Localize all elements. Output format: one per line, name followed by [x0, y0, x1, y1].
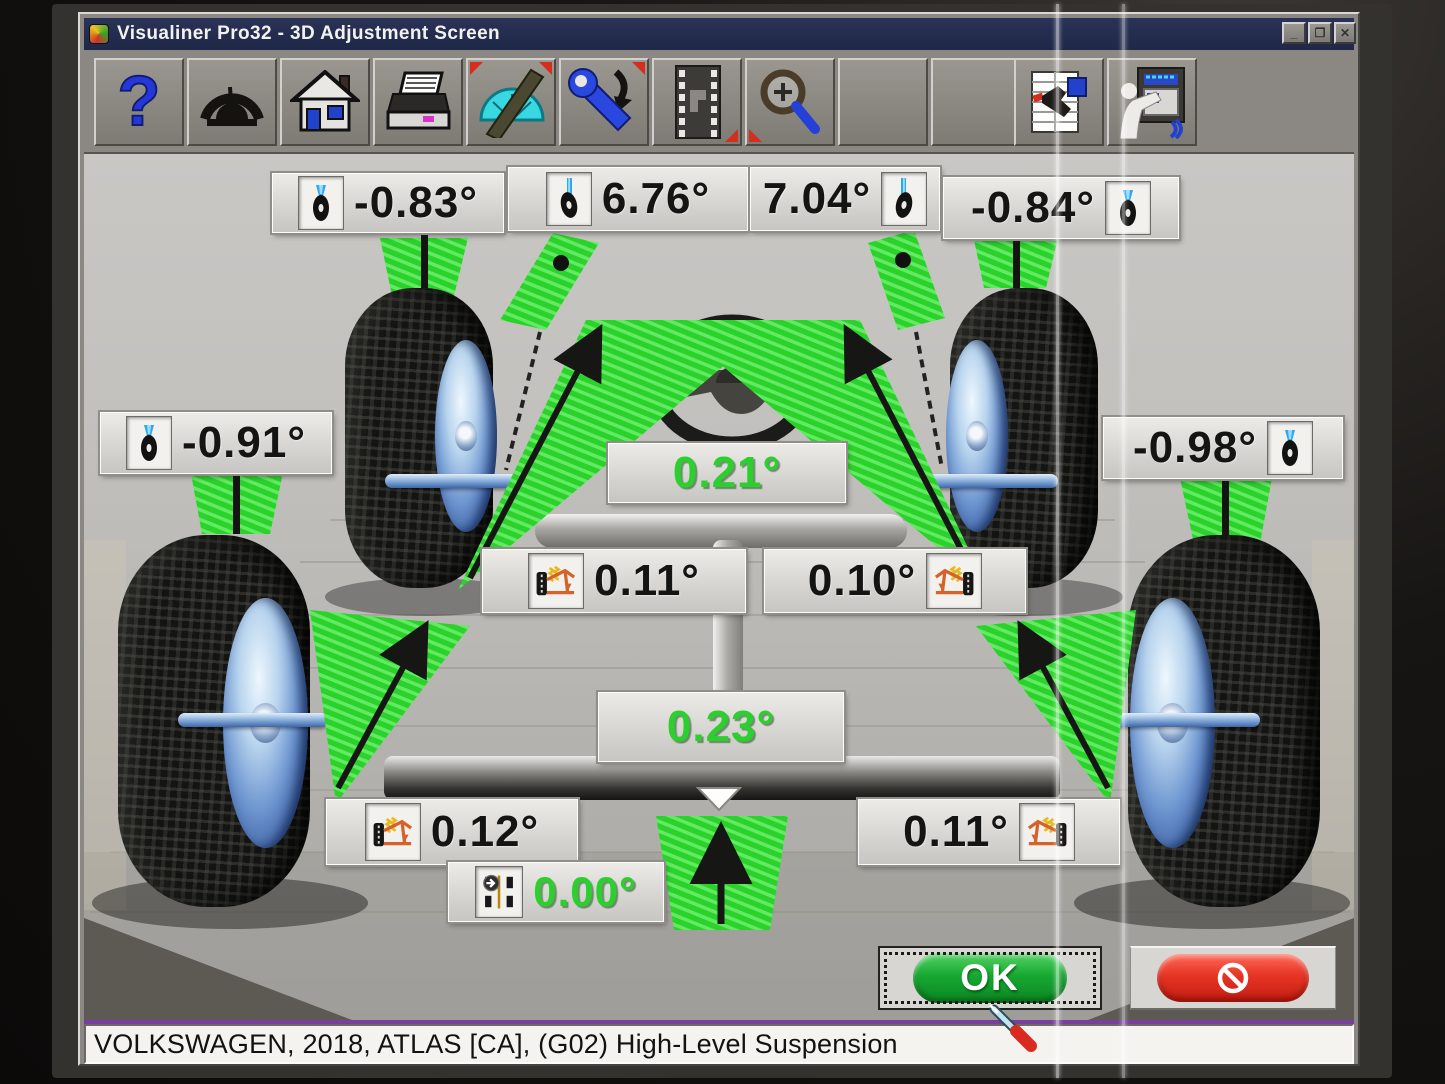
- camber-tire-icon: [1105, 181, 1151, 235]
- cancel-button[interactable]: [1130, 946, 1336, 1010]
- svg-text:?: ?: [118, 64, 161, 140]
- ok-label: OK: [960, 957, 1020, 999]
- toolbar-button-blank-1[interactable]: [838, 58, 928, 146]
- front-left-camber-box: -0.83°: [272, 173, 504, 233]
- rear-left-camber-box: -0.91°: [100, 412, 332, 474]
- camber-tire-icon: [126, 416, 172, 470]
- rear-total-toe-box: 0.23°: [598, 692, 844, 762]
- ok-button[interactable]: OK: [878, 946, 1102, 1010]
- toolbar-button-machine[interactable]: [1107, 58, 1197, 146]
- red-corner-marker: [749, 129, 762, 142]
- window-title: Visualiner Pro32 - 3D Adjustment Screen: [117, 23, 500, 45]
- toolbar-button-blank-2[interactable]: [931, 58, 1021, 146]
- home-icon: [290, 70, 360, 134]
- front-left-caster-box: 6.76°: [508, 167, 748, 231]
- app-icon: [89, 24, 109, 44]
- toolbar-button-home[interactable]: [280, 58, 370, 146]
- front-total-toe-box: 0.21°: [608, 443, 846, 503]
- thrust-line-icon: [475, 866, 523, 918]
- camber-tire-icon: [298, 176, 344, 230]
- status-bar: VOLKSWAGEN, 2018, ATLAS [CA], (G02) High…: [84, 1024, 1354, 1064]
- rear-right-wheel: [1128, 535, 1320, 907]
- rear-left-wheel: [118, 535, 310, 907]
- ok-pill[interactable]: OK: [913, 953, 1067, 1003]
- toolbar-button-adjust[interactable]: [559, 58, 649, 146]
- suspension-icon: [1019, 803, 1075, 861]
- toolbar-button-gauge[interactable]: [187, 58, 277, 146]
- suspension-icon: [926, 553, 982, 609]
- rear-right-toe-box: 0.11°: [858, 799, 1120, 865]
- suspension-icon: [365, 803, 421, 861]
- film-strip-icon: [664, 64, 730, 140]
- close-button[interactable]: ✕: [1334, 22, 1356, 44]
- mouse-cursor: [988, 1004, 1040, 1056]
- front-left-toe-box: 0.11°: [482, 549, 746, 613]
- front-right-wheel: [950, 288, 1098, 588]
- wrench-arrow-icon: [566, 66, 642, 138]
- front-left-wheel: [345, 288, 493, 588]
- gauge-icon: [197, 71, 267, 133]
- zoom-magnifier-icon: [755, 66, 825, 138]
- screen-artifact-line: [1122, 4, 1125, 1078]
- rim: [946, 340, 1008, 532]
- toolbar-button-print[interactable]: [373, 58, 463, 146]
- cancel-pill[interactable]: [1157, 954, 1309, 1002]
- spec-table-hand-icon: [1024, 66, 1094, 138]
- front-right-camber-box: -0.84°: [943, 177, 1179, 239]
- title-bar: Visualiner Pro32 - 3D Adjustment Screen: [84, 18, 1354, 50]
- front-right-caster-box: 7.04°: [750, 167, 940, 231]
- red-corner-marker: [632, 62, 645, 75]
- protractor-icon: [473, 66, 549, 138]
- toolbar-button-video[interactable]: [652, 58, 742, 146]
- red-corner-marker: [470, 62, 483, 75]
- toolbar-button-help[interactable]: ?: [94, 58, 184, 146]
- monitor-photo: Visualiner Pro32 - 3D Adjustment Screen …: [0, 0, 1445, 1084]
- toolbar-button-measure[interactable]: [466, 58, 556, 146]
- printer-icon: [383, 70, 453, 134]
- vehicle-description: VOLKSWAGEN, 2018, ATLAS [CA], (G02) High…: [86, 1029, 898, 1060]
- maximize-button[interactable]: ❐: [1308, 22, 1332, 44]
- camber-tire-icon: [1267, 421, 1313, 475]
- toolbar-button-zoom[interactable]: [745, 58, 835, 146]
- suspension-icon: [528, 553, 584, 609]
- caster-tire-icon: [881, 172, 927, 226]
- rear-left-toe-box: 0.12°: [326, 799, 578, 865]
- rim: [435, 340, 497, 532]
- red-corner-marker: [725, 129, 738, 142]
- machine-console-person-icon: [1116, 65, 1188, 139]
- no-symbol-icon: [1213, 958, 1253, 998]
- screen-artifact-line: [1056, 4, 1059, 1078]
- minimize-button[interactable]: _: [1282, 22, 1306, 44]
- red-corner-marker: [539, 62, 552, 75]
- thrust-angle-box: 0.00°: [448, 862, 664, 922]
- caster-tire-icon: [546, 172, 592, 226]
- help-question-icon: ?: [110, 64, 168, 140]
- toolbar-button-spec-table[interactable]: [1014, 58, 1104, 146]
- front-right-toe-box: 0.10°: [764, 549, 1026, 613]
- rear-right-camber-box: -0.98°: [1103, 417, 1343, 479]
